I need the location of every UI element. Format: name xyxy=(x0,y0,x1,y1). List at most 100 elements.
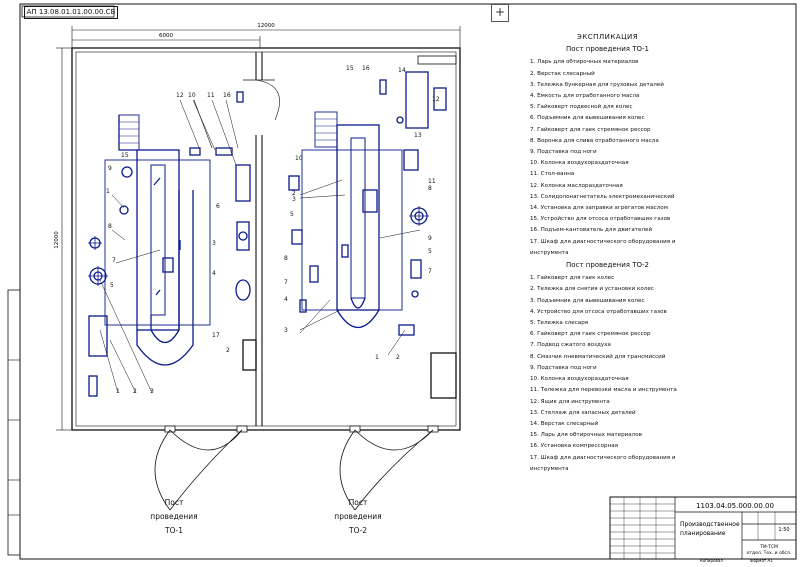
list-item: 7. Гайковерт для гаек стремянок рессор xyxy=(530,126,651,133)
list-item: 5. Гайковерт подвесной для колес xyxy=(530,104,633,111)
callout: 9 xyxy=(108,165,112,172)
callout: 16 xyxy=(362,65,370,72)
list-item: 12. Колонка маслораздаточная xyxy=(530,182,623,189)
dim-half: 6000 xyxy=(159,33,173,39)
list-item: 3. Подъемник для вывешивания колес xyxy=(530,297,645,304)
callout: 11 xyxy=(428,178,436,185)
callout: 3 xyxy=(284,327,288,334)
callout: 7 xyxy=(428,268,432,275)
callout: 6 xyxy=(216,203,220,210)
list-item: 9. Подставка под ноги xyxy=(530,149,597,156)
post2-label-3: ТО-2 xyxy=(348,526,367,535)
callout: 2 xyxy=(396,354,400,361)
post1-equipment xyxy=(88,91,257,397)
list-item: 6. Гайковерт для гаек стремянок рессор xyxy=(530,331,651,338)
callout: 12 xyxy=(176,92,184,99)
callout: 5 xyxy=(110,282,114,289)
explication-heading: ЭКСПЛИКАЦИЯ xyxy=(576,33,639,41)
list-item: 4. Емкость для отработанного масла xyxy=(530,93,640,100)
callout: 8 xyxy=(108,223,112,230)
callout: 4 xyxy=(212,270,216,277)
post2-list: 1. Гайковерт для гаек колес 2. Тележка дл… xyxy=(530,273,685,475)
explication: ЭКСПЛИКАЦИЯ Пост проведения ТО-1 1. Ларь… xyxy=(530,32,685,475)
post2-equipment xyxy=(288,55,457,399)
list-item: 6. Подъемник для вывешивания колес xyxy=(530,115,645,122)
list-item: 14. Установка для заправки агрегатов мас… xyxy=(530,205,668,212)
callout: 15 xyxy=(346,65,354,72)
list-item: 1. Гайковерт для гаек колес xyxy=(530,275,615,282)
list-item: 7. Подвод сжатого воздуха xyxy=(530,342,611,349)
list-item: 11. Тележка для перевозки масла и инстру… xyxy=(530,387,677,394)
list-item: 4. Устройство для отсоса отработавших га… xyxy=(530,308,667,315)
post1-list: 1. Ларь для обтирочных материалов 2. Верс… xyxy=(530,57,685,259)
list-item: 17. Шкаф для диагностического оборудован… xyxy=(530,238,676,256)
callout: 2 xyxy=(226,347,230,354)
callout: 9 xyxy=(428,235,432,242)
callout: 3 xyxy=(292,196,296,203)
callout: 4 xyxy=(284,296,288,303)
list-item: 10. Колонка воздухораздаточная xyxy=(530,376,629,383)
callout: 1 xyxy=(375,354,379,361)
callout: 7 xyxy=(112,257,116,264)
dim-overall: 12000 xyxy=(257,23,275,29)
callout: 3 xyxy=(212,240,216,247)
callout: 5 xyxy=(290,211,294,218)
list-item: 13. Стеллаж для запасных деталей xyxy=(530,409,636,416)
post1-label-3: ТО-1 xyxy=(164,526,183,535)
leader-lines xyxy=(99,99,421,394)
doc-copied: Копировал xyxy=(700,558,723,563)
dimension-lines xyxy=(56,26,461,431)
list-item: 1. Ларь для обтирочных материалов xyxy=(530,59,639,66)
list-item: 10. Колонка воздухораздаточная xyxy=(530,160,629,167)
callout: 10 xyxy=(295,155,303,162)
drawing-stamp: АП 13.08.01.01.00.00.СБ xyxy=(24,6,118,19)
callout: 15 xyxy=(121,152,129,159)
dim-height: 12000 xyxy=(54,231,60,249)
callout: 3 xyxy=(150,388,154,395)
doc-code: 1103.04.05.000.00.00 xyxy=(696,502,774,510)
callout: 12 xyxy=(432,96,440,103)
list-item: 3. Тележка бункерная для грузовых детале… xyxy=(530,81,664,88)
doc-org-1: ТМ-ТСМ xyxy=(759,544,778,550)
list-item: 15. Устройство для отсоса отработавших г… xyxy=(530,216,671,223)
callout: 1 xyxy=(106,188,110,195)
callout: 1 xyxy=(116,388,120,395)
callout: 14 xyxy=(398,67,406,74)
post2-label-2: проведения xyxy=(334,512,381,521)
callout: 13 xyxy=(414,132,422,139)
callout: 10 xyxy=(188,92,196,99)
doc-title-line1: Производственное xyxy=(680,521,740,528)
gates xyxy=(154,425,439,511)
list-item: 16. Подъем-кантователь для двигателей xyxy=(530,227,653,234)
list-item: 14. Верстак слесарный xyxy=(530,420,599,427)
list-item: 16. Установка компрессорная xyxy=(530,443,619,450)
post1-label-2: проведения xyxy=(150,512,197,521)
post1-title: Пост проведения ТО-1 xyxy=(566,45,649,54)
list-item: 5. Тележка слесаря xyxy=(530,320,589,327)
callout: 16 xyxy=(223,92,231,99)
post1-label-1: Пост xyxy=(165,498,184,507)
callout: 11 xyxy=(207,92,215,99)
callout: 5 xyxy=(428,248,432,255)
doc-scale: 1:50 xyxy=(778,527,789,533)
callouts-post1: 12 10 11 16 15 9 1 8 7 6 3 4 5 2 1 2 3 1… xyxy=(106,92,231,395)
move-icon[interactable]: + xyxy=(491,4,509,22)
list-item: 15. Ларь для обтирочных материалов xyxy=(530,432,642,439)
list-item: 13. Солидолонагнетатель электромеханичес… xyxy=(530,193,675,200)
callout: 17 xyxy=(212,332,220,339)
pit-to1 xyxy=(136,149,180,331)
list-item: 2. Верстак слесарный xyxy=(530,70,595,77)
list-item: 8. Смазчик пневматический для трансмисси… xyxy=(530,353,666,360)
callout: 8 xyxy=(284,255,288,262)
doc-org-2: отдел. Тех. и обсл. xyxy=(747,550,792,556)
callout: 7 xyxy=(284,279,288,286)
post2-label-1: Пост xyxy=(349,498,368,507)
post2-title: Пост проведения ТО-2 xyxy=(566,261,649,270)
list-item: 8. Воронка для слива отработанного масла xyxy=(530,137,659,144)
list-item: 2. Тележка для снятия и установки колес xyxy=(530,286,654,293)
list-item: 17. Шкаф для диагностического оборудован… xyxy=(530,454,676,472)
pit-to2 xyxy=(336,124,380,311)
list-item: 11. Стол-ванна xyxy=(530,171,575,178)
doc-format: Формат А1 xyxy=(750,558,773,563)
callout: 2 xyxy=(133,388,137,395)
